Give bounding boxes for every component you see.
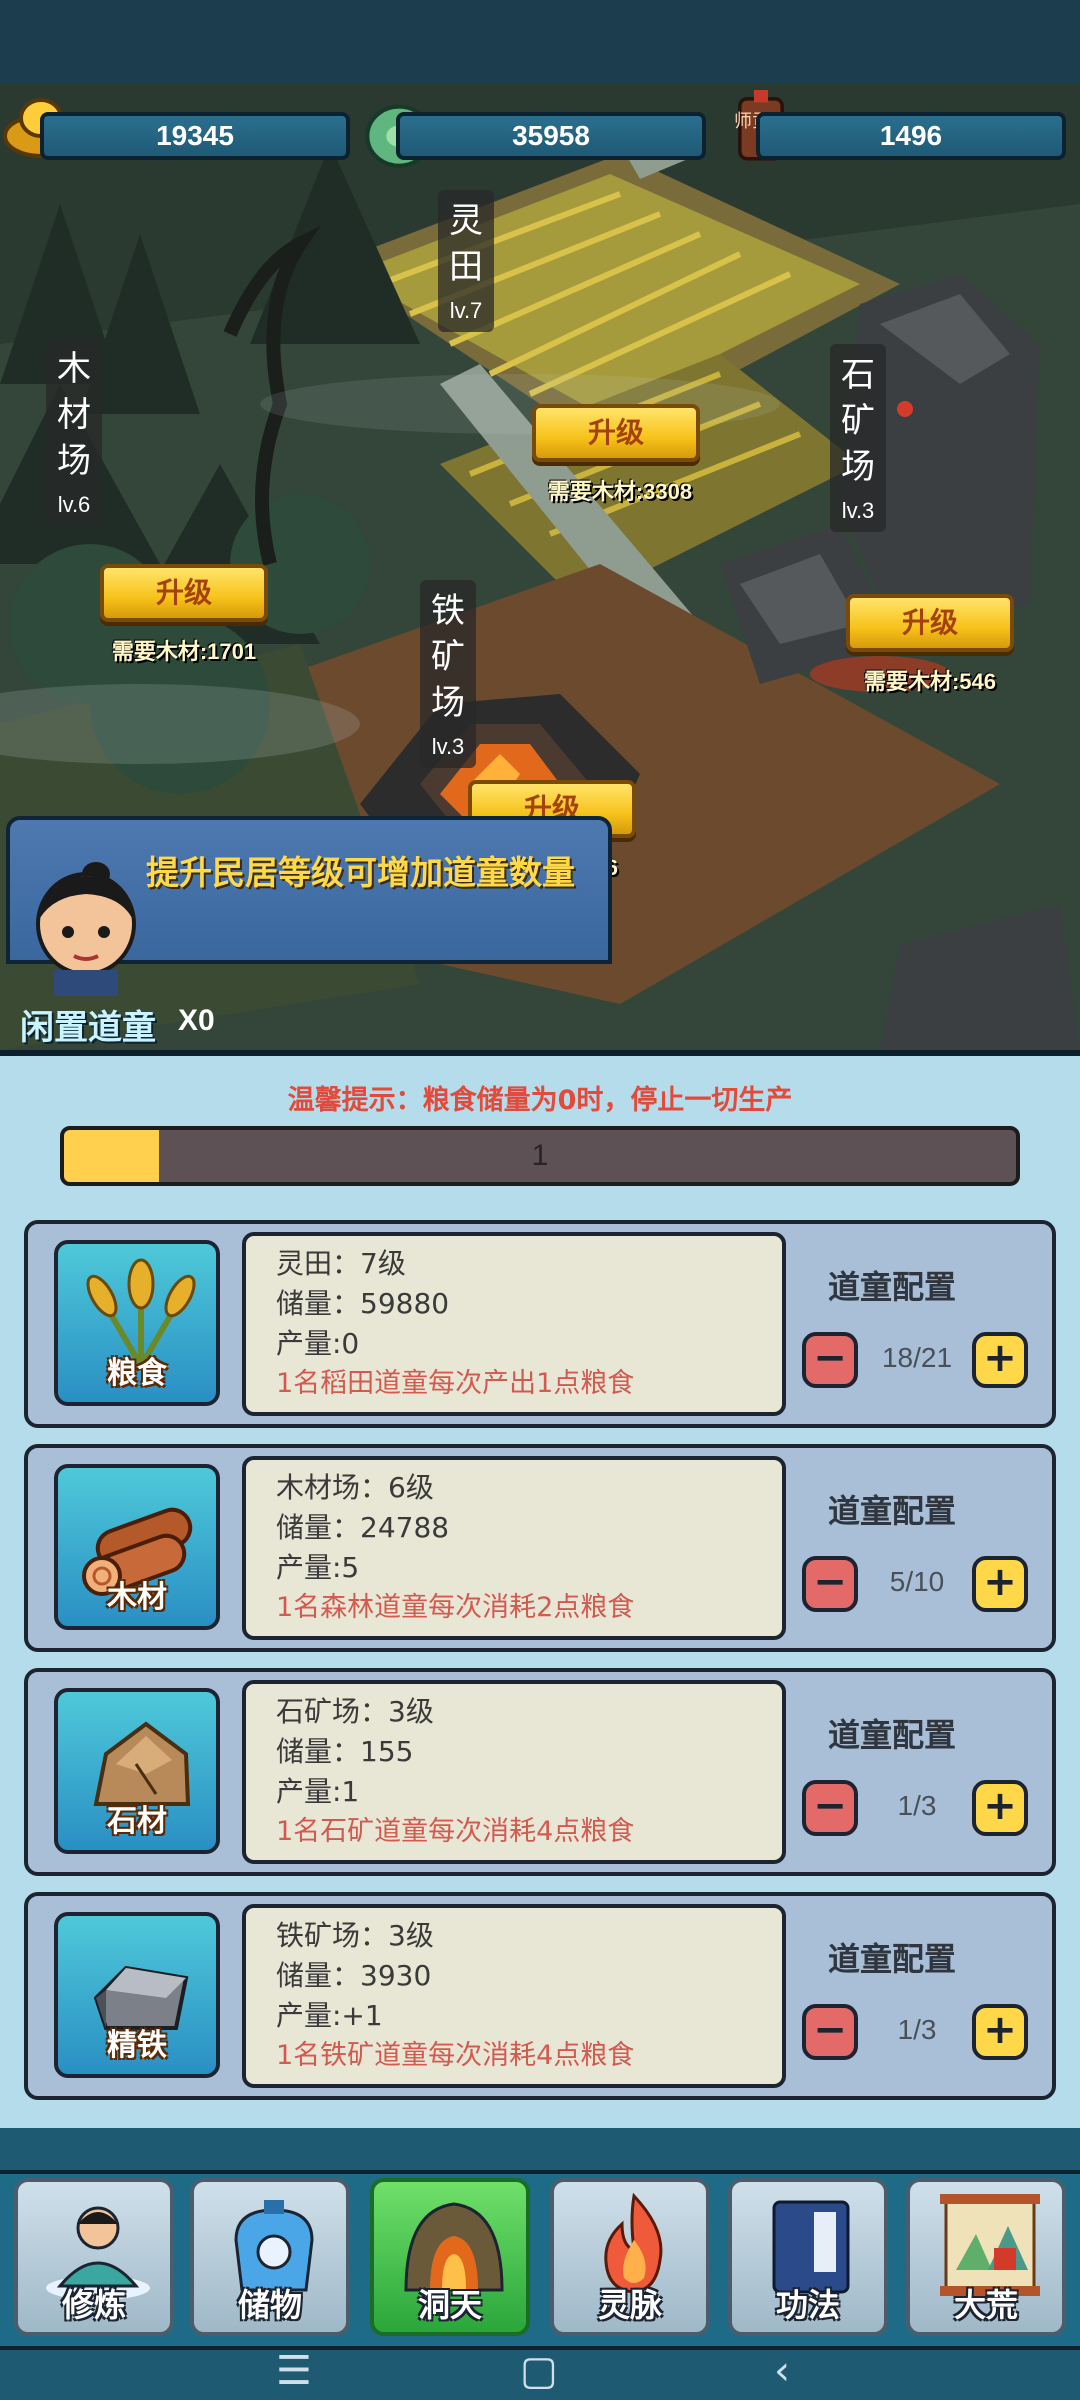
status-bar	[0, 0, 1080, 84]
stone-building-level: 石矿场：3级	[276, 1695, 434, 1728]
iron-config-value: 1/3	[897, 2014, 937, 2045]
wood-level: lv.6	[57, 492, 91, 517]
nav-wilderness[interactable]: 大荒	[906, 2178, 1066, 2336]
resource-card-stone: 石材 石矿场：3级 储量：155 产量:1 1名石矿道童每次消耗4点粮食 道童配…	[24, 1668, 1056, 1876]
iron-desc: 1名铁矿道童每次消耗4点粮食	[276, 2040, 635, 2071]
nav-cultivate[interactable]: 修炼	[14, 2178, 174, 2336]
resource-card-wood: 木材 木材场：6级 储量：24788 产量:5 1名森林道童每次消耗2点粮食 道…	[24, 1444, 1056, 1652]
wood-name-char-2: 材	[57, 395, 91, 435]
food-info: 灵田：7级 储量：59880 产量:0 1名稻田道童每次产出1点粮食	[242, 1232, 786, 1416]
stone-info: 石矿场：3级 储量：155 产量:1 1名石矿道童每次消耗4点粮食	[242, 1680, 786, 1864]
food-building-level: 灵田：7级	[276, 1247, 406, 1280]
system-home-button[interactable]: ▢	[520, 2348, 558, 2394]
stone-name: 石材	[107, 1804, 167, 1839]
nav-wilderness-label: 大荒	[953, 2286, 1018, 2324]
field-name-char-1: 灵	[449, 201, 483, 241]
food-name: 粮食	[107, 1356, 167, 1391]
iron-plus-button[interactable]: +	[972, 2004, 1028, 2060]
iron-building-level: 铁矿场：3级	[276, 1919, 434, 1952]
iron-name-char-2: 矿	[431, 637, 465, 677]
iron-storage: 储量：3930	[276, 1959, 432, 1992]
nav-cave-label: 洞天	[417, 2286, 482, 2324]
stone-plus-button[interactable]: +	[972, 1780, 1028, 1836]
stone-storage: 储量：155	[276, 1735, 414, 1768]
spirit-stone-counter: 35958	[396, 112, 706, 160]
wood-config-value: 5/10	[889, 1566, 945, 1597]
wood-icon-tile: 木材	[54, 1464, 220, 1630]
stone-minus-button[interactable]: −	[802, 1780, 858, 1836]
food-warning: 温馨提示：粮食储量为0时，停止一切生产	[287, 1085, 793, 1116]
iron-name-char-3: 场	[431, 683, 465, 723]
iron-output: 产量:+1	[276, 1999, 383, 2032]
nav-cave[interactable]: 洞天	[370, 2178, 530, 2336]
iron-info: 铁矿场：3级 储量：3930 产量:+1 1名铁矿道童每次消耗4点粮食	[242, 1904, 786, 2088]
idle-dao-boy-count: X0	[178, 1004, 215, 1037]
wood-plus-button[interactable]: +	[972, 1556, 1028, 1612]
nav-technique[interactable]: 功法	[728, 2178, 888, 2336]
food-minus-button[interactable]: −	[802, 1332, 858, 1388]
system-menu-button[interactable]: ☰	[276, 2348, 312, 2394]
nav-storage-label: 储物	[237, 2286, 302, 2324]
field-level: lv.7	[449, 298, 483, 323]
stone-config-value: 1/3	[897, 1790, 937, 1821]
wood-name-char-1: 木	[57, 349, 91, 389]
wood-info: 木材场：6级 储量：24788 产量:5 1名森林道童每次消耗2点粮食	[242, 1456, 786, 1640]
iron-name: 精铁	[107, 2028, 167, 2063]
tip-text: 提升民居等级可增加道童数量	[146, 853, 575, 892]
stone-upgrade-cost: 需要木材:546	[863, 669, 997, 694]
wood-config-title: 道童配置	[828, 1492, 957, 1530]
stone-name-char-3: 场	[841, 447, 875, 487]
wood-upgrade-button[interactable]: 升级	[100, 564, 268, 622]
wood-name: 木材	[107, 1580, 167, 1615]
field-label[interactable]: 灵 田 lv.7	[438, 190, 494, 332]
wood-upgrade-cost: 需要木材:1701	[111, 639, 257, 664]
food-desc: 1名稻田道童每次产出1点粮食	[276, 1368, 635, 1399]
nav-spirit-vein-label: 灵脉	[597, 2286, 662, 2324]
stone-name-char-1: 石	[841, 355, 875, 395]
dao-boy-avatar	[36, 862, 136, 996]
resource-card-food: 粮食 灵田：7级 储量：59880 产量:0 1名稻田道童每次产出1点粮食 道童…	[24, 1220, 1056, 1428]
wood-name-char-3: 场	[57, 441, 91, 481]
food-progress-bar: 1	[60, 1126, 1020, 1186]
food-config-value: 18/21	[881, 1342, 953, 1373]
system-back-button[interactable]: ‹	[774, 2348, 790, 2394]
gold-counter: 19345	[40, 112, 350, 160]
iron-config-title: 道童配置	[828, 1940, 957, 1978]
wood-desc: 1名森林道童每次消耗2点粮食	[276, 1592, 635, 1623]
field-upgrade-button[interactable]: 升级	[532, 404, 700, 462]
food-plus-button[interactable]: +	[972, 1332, 1028, 1388]
wood-building-level: 木材场：6级	[276, 1471, 434, 1504]
iron-minus-button[interactable]: −	[802, 2004, 858, 2060]
idle-dao-boy-label: 闲置道童	[20, 1008, 156, 1048]
resource-card-iron: 精铁 铁矿场：3级 储量：3930 产量:+1 1名铁矿道童每次消耗4点粮食 道…	[24, 1892, 1056, 2100]
wood-storage: 储量：24788	[276, 1511, 450, 1544]
food-output: 产量:0	[276, 1327, 360, 1360]
iron-icon-tile: 精铁	[54, 1912, 220, 2078]
progress-text: 1	[531, 1139, 549, 1172]
stone-level: lv.3	[841, 498, 875, 523]
iron-name-char-1: 铁	[431, 591, 465, 631]
food-icon-tile: 粮食	[54, 1240, 220, 1406]
nav-technique-label: 功法	[775, 2286, 840, 2324]
stone-desc: 1名石矿道童每次消耗4点粮食	[276, 1816, 635, 1847]
iron-level: lv.3	[431, 734, 465, 759]
wood-output: 产量:5	[276, 1551, 360, 1584]
nav-cultivate-label: 修炼	[61, 2286, 126, 2324]
wood-minus-button[interactable]: −	[802, 1556, 858, 1612]
stone-output: 产量:1	[276, 1775, 360, 1808]
field-upgrade-cost: 需要木材:3308	[547, 479, 693, 504]
iron-label[interactable]: 铁 矿 场 lv.3	[420, 580, 476, 768]
stone-name-char-2: 矿	[841, 401, 875, 441]
food-storage: 储量：59880	[276, 1287, 450, 1320]
food-config-title: 道童配置	[828, 1268, 957, 1306]
wood-label[interactable]: 木 材 场 lv.6	[46, 338, 102, 526]
nav-spirit-vein[interactable]: 灵脉	[550, 2178, 710, 2336]
stone-upgrade-button[interactable]: 升级	[846, 594, 1014, 652]
field-name-char-2: 田	[449, 247, 483, 287]
stone-icon-tile: 石材	[54, 1688, 220, 1854]
stone-config-title: 道童配置	[828, 1716, 957, 1754]
nav-storage[interactable]: 储物	[190, 2178, 350, 2336]
stone-label[interactable]: 石 矿 场 lv.3	[830, 344, 886, 532]
master-token-counter: 1496	[756, 112, 1066, 160]
